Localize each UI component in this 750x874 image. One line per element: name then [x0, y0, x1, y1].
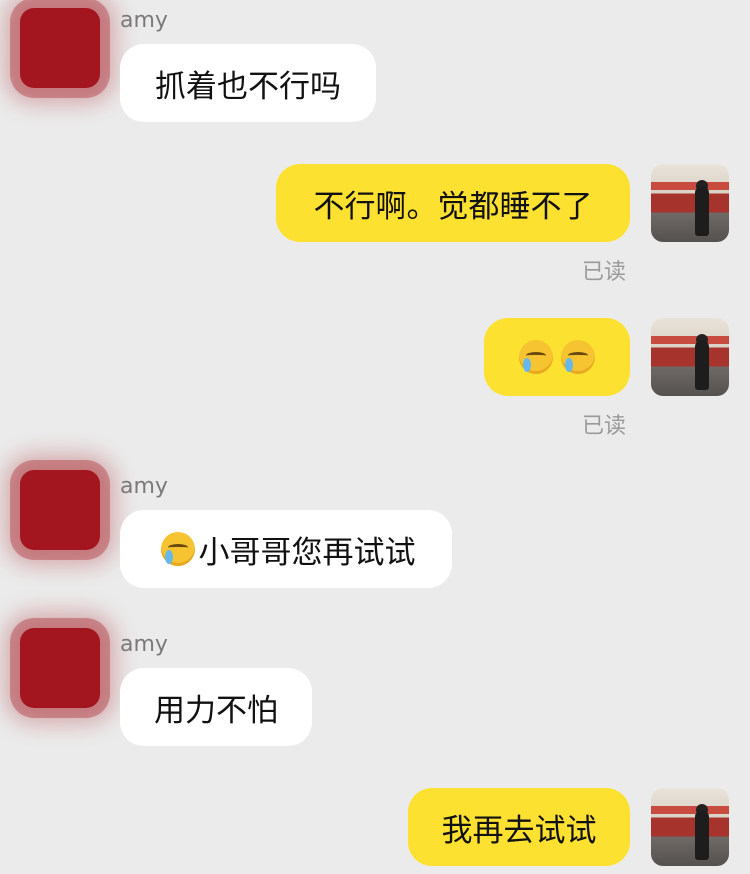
user-avatar[interactable]: [651, 318, 729, 396]
user-avatar[interactable]: [651, 164, 729, 242]
message-bubble[interactable]: 用力不怕: [120, 668, 312, 746]
avatar-photo-detail: [695, 186, 709, 236]
message-bubble[interactable]: [484, 318, 630, 396]
message-text: 我再去试试: [441, 812, 597, 849]
contact-avatar[interactable]: [20, 470, 100, 550]
avatar-photo-detail: [651, 336, 729, 344]
avatar-photo-detail: [651, 806, 729, 814]
sender-name: amy: [120, 474, 168, 499]
avatar-photo-detail: [651, 182, 729, 190]
message-text: 用力不怕: [154, 692, 278, 729]
sender-name: amy: [120, 8, 168, 33]
crying-face-emoji: [519, 340, 553, 374]
sender-name: amy: [120, 632, 168, 657]
user-avatar[interactable]: [651, 788, 729, 866]
message-text: 不行啊。觉都睡不了: [313, 188, 593, 225]
contact-avatar[interactable]: [20, 628, 100, 708]
avatar-photo-detail: [695, 340, 709, 390]
crying-face-emoji: [160, 532, 195, 566]
avatar-photo-detail: [695, 810, 709, 860]
read-status: 已读: [582, 414, 627, 439]
contact-avatar[interactable]: [20, 8, 100, 88]
crying-face-emoji: [561, 340, 595, 374]
message-text: 小哥哥您再试试: [198, 534, 416, 571]
message-bubble[interactable]: 不行啊。觉都睡不了: [276, 164, 630, 242]
read-status: 已读: [582, 260, 627, 285]
message-bubble[interactable]: 抓着也不行吗: [120, 44, 376, 122]
message-bubble[interactable]: 我再去试试: [408, 788, 630, 866]
message-text: 抓着也不行吗: [155, 68, 341, 105]
message-bubble[interactable]: 小哥哥您再试试: [120, 510, 452, 588]
